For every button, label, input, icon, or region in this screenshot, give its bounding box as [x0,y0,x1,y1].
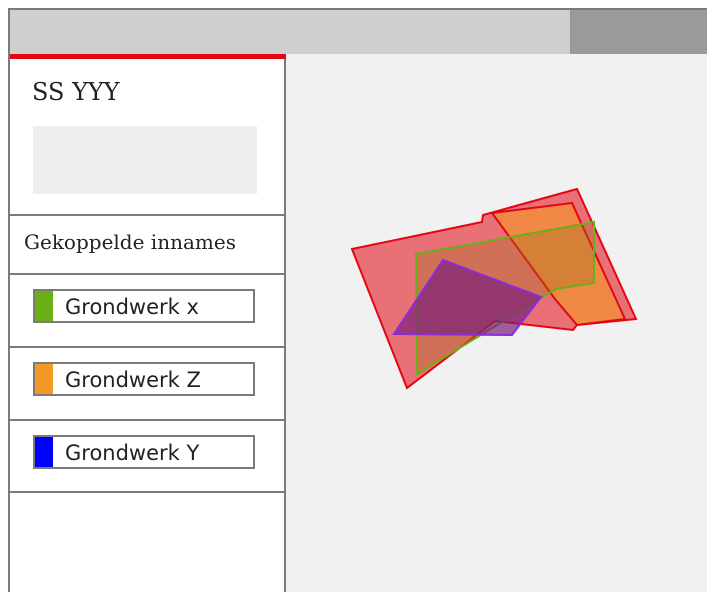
panel-info-box [33,126,257,194]
sidebar-panel: SS YYY Gekoppelde innames Grondwerk x Gr… [10,54,286,592]
item-button-grondwerk-z[interactable]: Grondwerk Z [33,362,255,396]
color-swatch [35,291,53,321]
item-button-grondwerk-x[interactable]: Grondwerk x [33,289,255,323]
item-label: Grondwerk x [65,295,199,319]
accent-line [10,54,286,59]
list-item[interactable]: Grondwerk Y [10,419,284,493]
item-button-grondwerk-y[interactable]: Grondwerk Y [33,435,255,469]
top-bar [10,10,707,54]
panel-title: SS YYY [32,78,120,106]
item-label: Grondwerk Y [65,441,200,465]
top-bar-right-block[interactable] [570,10,707,54]
map-canvas[interactable] [286,54,707,592]
list-item[interactable]: Grondwerk Z [10,346,284,420]
app-window: SS YYY Gekoppelde innames Grondwerk x Gr… [8,8,707,592]
color-swatch [35,364,53,394]
color-swatch [35,437,53,467]
section-title: Gekoppelde innames [24,230,236,254]
item-label: Grondwerk Z [65,368,201,392]
map-area[interactable] [286,54,707,592]
linked-section-header: Gekoppelde innames [10,214,284,273]
list-item[interactable]: Grondwerk x [10,273,284,347]
